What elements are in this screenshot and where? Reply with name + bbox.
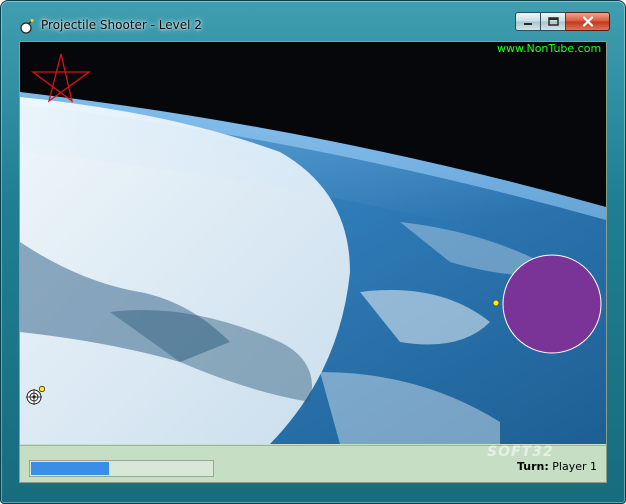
star-target (31, 53, 92, 103)
minimize-icon (524, 22, 532, 25)
earth-background (20, 42, 606, 444)
turn-indicator: Turn: Player 1 (517, 460, 597, 473)
app-window: Projectile Shooter - Level 2 www.NonTube… (0, 0, 626, 504)
turn-label: Turn: (517, 460, 549, 473)
minimize-button[interactable] (515, 12, 541, 31)
title-bar[interactable]: Projectile Shooter - Level 2 (1, 1, 625, 39)
player-cannon[interactable] (25, 385, 49, 407)
power-meter-fill (31, 462, 109, 475)
crosshair-icon (26, 385, 46, 405)
site-url: www.NonTube.com (497, 42, 602, 55)
watermark-logo: SOFT32 (487, 444, 554, 460)
turn-player: Player 1 (552, 460, 598, 473)
planet-obstacle (502, 254, 602, 354)
game-playfield[interactable]: www.NonTube.com (20, 42, 606, 444)
maximize-icon (547, 17, 559, 26)
power-meter (29, 460, 214, 477)
caption-buttons (515, 12, 610, 32)
close-button[interactable] (566, 12, 610, 31)
projectile (492, 299, 500, 307)
maximize-button[interactable] (541, 12, 566, 31)
status-panel: Turn: Player 1 SOFT32 (20, 444, 606, 482)
client-area: www.NonTube.com Turn: Player 1 SOFT32 (19, 41, 607, 483)
bomb-icon[interactable] (19, 18, 35, 34)
window-title: Projectile Shooter - Level 2 (41, 18, 202, 32)
close-icon (582, 16, 593, 27)
